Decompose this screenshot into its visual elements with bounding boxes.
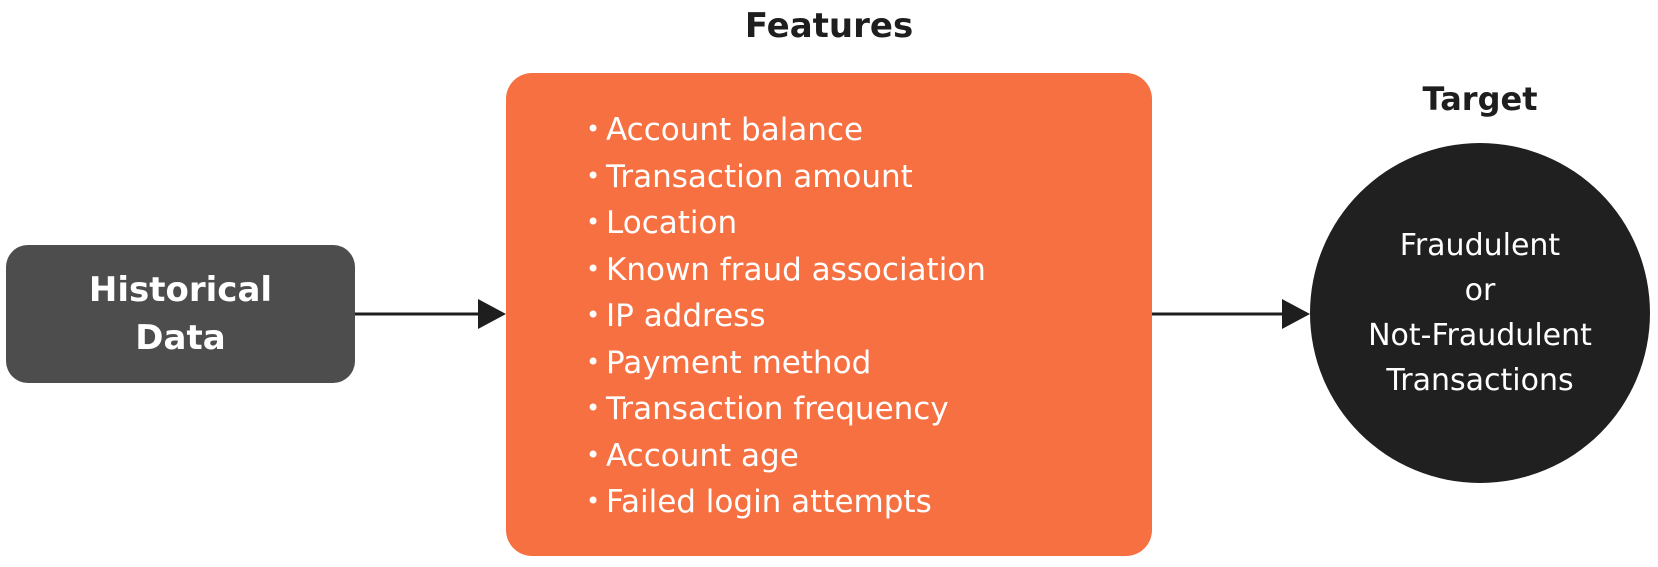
bullet-icon: • [586, 487, 601, 515]
bullet-icon: • [586, 301, 601, 329]
features-node: • Account balance • Transaction amount • Lo… [506, 73, 1152, 556]
target-label-line: Fraudulent [1399, 228, 1561, 263]
feature-label: Account balance [606, 112, 864, 148]
feature-item: • Failed login attempts [586, 479, 986, 526]
features-title: Features [744, 6, 914, 46]
target-label: Fraudulent or Not-Fraudulent Transaction… [1368, 223, 1592, 403]
feature-item: • Account balance [586, 107, 986, 154]
bullet-icon: • [586, 394, 601, 422]
feature-item: • Transaction frequency [586, 386, 986, 433]
bullet-icon: • [586, 115, 601, 143]
features-list: • Account balance • Transaction amount • Lo… [586, 107, 986, 526]
feature-item: • Known fraud association [586, 247, 986, 294]
historical-data-label-line: Data [135, 318, 226, 358]
target-title: Target [1422, 80, 1538, 118]
target-label-line: Transactions [1386, 363, 1574, 398]
feature-item: • Payment method [586, 340, 986, 387]
target-label-line: Not-Fraudulent [1368, 318, 1592, 353]
bullet-icon: • [586, 254, 601, 283]
feature-item: • Account age [586, 433, 986, 480]
feature-label: Location [606, 205, 738, 241]
bullet-icon: • [586, 347, 601, 376]
feature-item: • Transaction amount [586, 154, 986, 201]
historical-data-node: Historical Data [6, 245, 355, 383]
target-node: Fraudulent or Not-Fraudulent Transaction… [1310, 143, 1650, 483]
feature-label: Transaction frequency [606, 391, 949, 427]
feature-label: Account age [606, 437, 799, 474]
feature-item: • Location [586, 200, 986, 247]
feature-label: IP address [606, 298, 766, 334]
feature-item: • IP address [586, 293, 986, 340]
historical-data-label-line: Historical [88, 270, 273, 310]
feature-label: Payment method [606, 344, 872, 381]
target-label-line: or [1464, 273, 1496, 308]
historical-data-label: Historical Data [89, 266, 272, 362]
arrow-source-to-features [355, 299, 506, 329]
feature-label: Known fraud association [606, 251, 986, 288]
bullet-icon: • [586, 440, 601, 469]
feature-label: Failed login attempts [606, 484, 932, 520]
bullet-icon: • [586, 208, 601, 236]
arrow-features-to-target [1152, 299, 1310, 329]
feature-label: Transaction amount [606, 158, 913, 195]
bullet-icon: • [586, 161, 601, 190]
